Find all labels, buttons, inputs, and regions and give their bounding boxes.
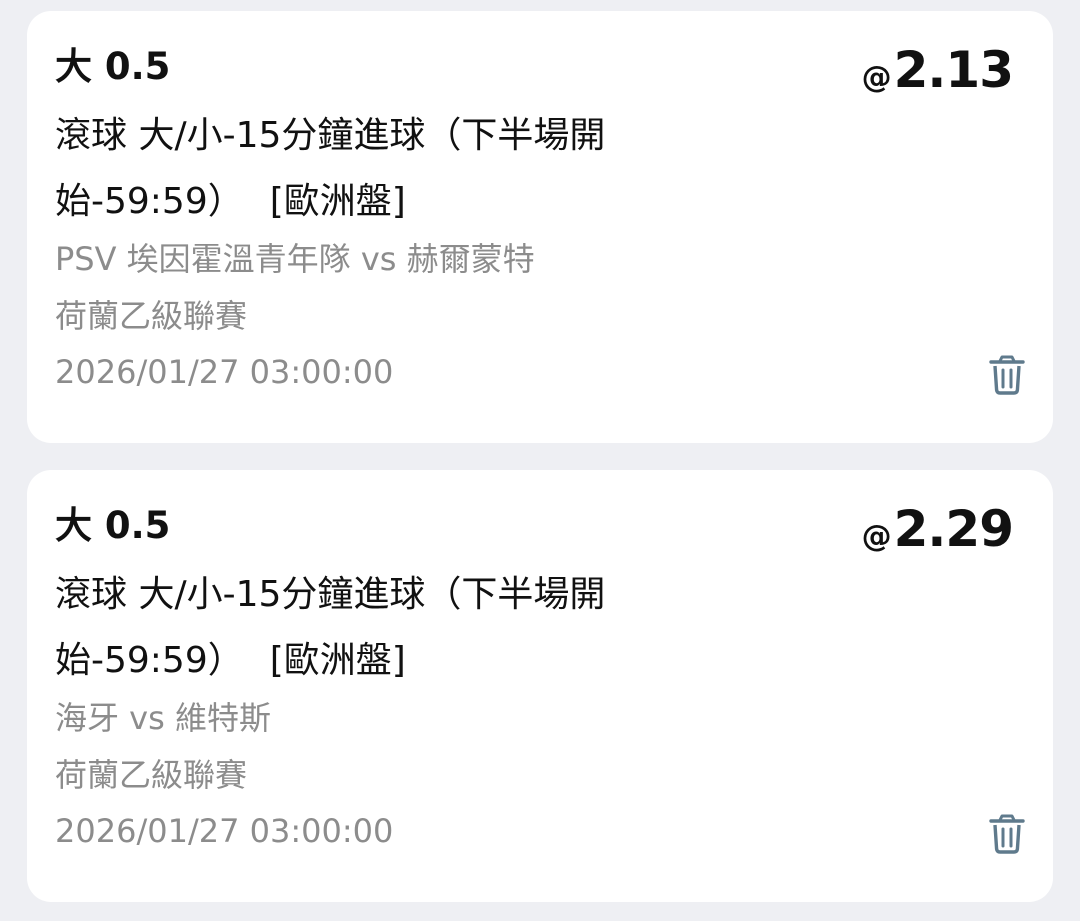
selection-label: 大 0.5	[55, 504, 171, 547]
match-teams: 海牙 vs 維特斯	[55, 699, 271, 737]
market-line-2-wrap: 始-59:59） [歐洲盤]	[55, 628, 735, 694]
odds-value: 2.29	[893, 500, 1014, 558]
bet-card: 大 0.5 @2.13 滾球 大/小-15分鐘進球（下半場開 始-59:59） […	[27, 11, 1053, 443]
trash-icon[interactable]	[987, 813, 1027, 855]
odds-prefix: @	[861, 519, 892, 554]
match-datetime: 2026/01/27 03:00:00	[55, 353, 394, 391]
odds-prefix: @	[861, 60, 892, 95]
market-region: [歐洲盤]	[269, 181, 406, 222]
market-description: 滾球 大/小-15分鐘進球（下半場開 始-59:59） [歐洲盤]	[55, 562, 735, 694]
market-line-2: 始-59:59）	[55, 181, 244, 222]
selection-label: 大 0.5	[55, 45, 171, 88]
market-region: [歐洲盤]	[269, 640, 406, 681]
trash-icon[interactable]	[987, 354, 1027, 396]
market-line-1: 滾球 大/小-15分鐘進球（下半場開	[55, 115, 606, 156]
market-description: 滾球 大/小-15分鐘進球（下半場開 始-59:59） [歐洲盤]	[55, 103, 735, 235]
bet-card: 大 0.5 @2.29 滾球 大/小-15分鐘進球（下半場開 始-59:59） […	[27, 470, 1053, 902]
market-line-1: 滾球 大/小-15分鐘進球（下半場開	[55, 574, 606, 615]
odds-display: @2.29	[861, 500, 1014, 570]
market-line-2: 始-59:59）	[55, 640, 244, 681]
market-line-2-wrap: 始-59:59） [歐洲盤]	[55, 169, 735, 235]
league-name: 荷蘭乙級聯賽	[55, 756, 248, 794]
odds-value: 2.13	[893, 41, 1014, 99]
match-datetime: 2026/01/27 03:00:00	[55, 812, 394, 850]
league-name: 荷蘭乙級聯賽	[55, 297, 248, 335]
odds-display: @2.13	[861, 41, 1014, 111]
match-teams: PSV 埃因霍溫青年隊 vs 赫爾蒙特	[55, 240, 535, 278]
